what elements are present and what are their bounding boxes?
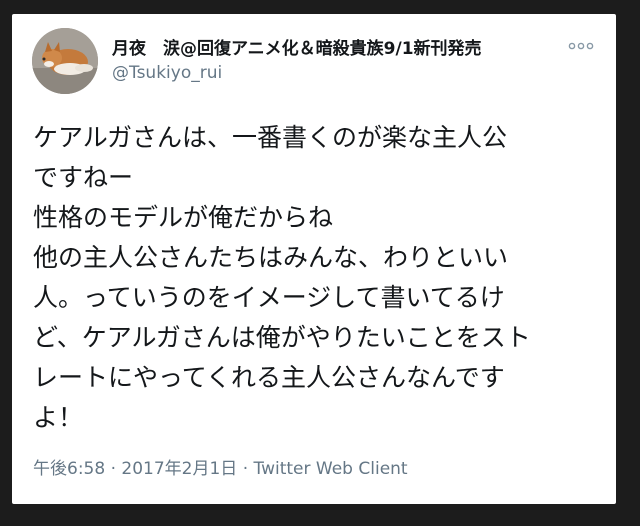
tweet-line: 人。っていうのをイメージして書いてるけ [33, 283, 505, 312]
tweet-line: よ！ [33, 403, 84, 432]
tweet-line: ですねー [33, 163, 134, 192]
meta-separator: · [237, 459, 254, 479]
tweet-text: ケアルガさんは、一番書くのが楽な主人公 ですねー 性格のモデルが俺だからね 他の… [33, 118, 603, 438]
tweet-line: ケアルガさんは、一番書くのが楽な主人公 [33, 123, 508, 152]
tweet-line: レートにやってくれる主人公さんなんです [33, 363, 505, 392]
meta-separator: · [105, 459, 122, 479]
user-handle[interactable]: @Tsukiyo_rui [112, 63, 222, 83]
tweet-date[interactable]: 2017年2月1日 [121, 459, 237, 479]
avatar[interactable] [32, 28, 98, 94]
tweet-client[interactable]: Twitter Web Client [254, 459, 408, 479]
tweet-line: ど、ケアルガさんは俺がやりたいことをスト [33, 323, 531, 352]
tweet-line: 他の主人公さんたちはみんな、わりといい [33, 243, 509, 272]
avatar-image [32, 28, 98, 94]
tweet-line: 性格のモデルが俺だからね [33, 203, 334, 232]
tweet-time[interactable]: 午後6:58 [33, 459, 105, 479]
display-name[interactable]: 月夜 涙@回復アニメ化＆暗殺貴族9/1新刊発売 [112, 34, 482, 59]
tweet-meta: 午後6:58 · 2017年2月1日 · Twitter Web Client [33, 454, 408, 479]
more-options-icon[interactable] [568, 38, 594, 52]
tweet-card: 月夜 涙@回復アニメ化＆暗殺貴族9/1新刊発売 @Tsukiyo_rui ケアル… [12, 14, 616, 504]
